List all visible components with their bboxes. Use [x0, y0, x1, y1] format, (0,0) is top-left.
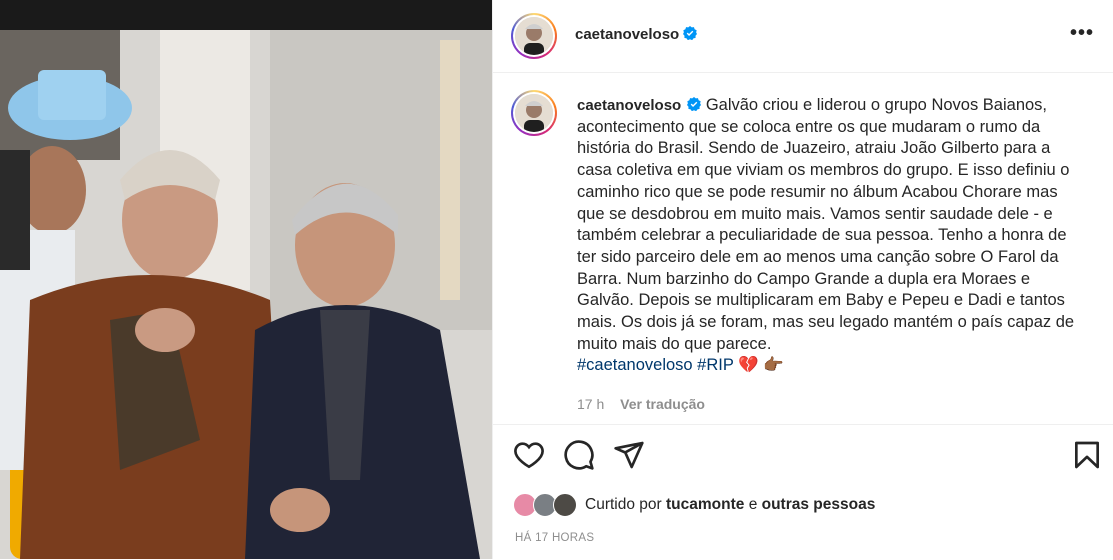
liked-by-user[interactable]: tucamonte: [666, 496, 744, 513]
comment-icon[interactable]: [563, 439, 595, 471]
caption-meta: 17 h Ver tradução: [577, 396, 705, 412]
verified-icon: [683, 26, 698, 40]
caption-emojis: 💔 👉🏾: [738, 356, 784, 375]
caption-hashtags[interactable]: #caetanoveloso #RIP: [577, 356, 734, 374]
more-options-icon[interactable]: •••: [1070, 23, 1094, 43]
post-age: 17 h: [577, 396, 605, 412]
post-photo[interactable]: [0, 0, 492, 559]
header-username[interactable]: caetanoveloso: [575, 26, 679, 43]
action-bar: Curtido por tucamonte e outras pessoas H…: [493, 424, 1113, 560]
post-header: caetanoveloso •••: [493, 0, 1113, 73]
liked-by-others[interactable]: outras pessoas: [762, 496, 876, 513]
post-photo-image: [0, 0, 492, 559]
heart-icon[interactable]: [513, 439, 545, 471]
post-details-panel: caetanoveloso ••• caetanoveloso Galvão c…: [492, 0, 1113, 559]
liked-by-connector: e: [748, 496, 758, 514]
post-caption: caetanoveloso Galvão criou e liderou o g…: [577, 95, 1087, 377]
header-avatar[interactable]: [511, 13, 557, 59]
caption-avatar[interactable]: [511, 90, 557, 136]
caption-text: Galvão criou e liderou o grupo Novos Bai…: [577, 96, 1075, 353]
liker-avatars[interactable]: [513, 493, 579, 517]
see-translation-button[interactable]: Ver tradução: [620, 396, 705, 412]
liked-by-prefix: Curtido por: [585, 496, 662, 514]
bookmark-icon[interactable]: [1071, 439, 1103, 471]
likes-summary: Curtido por tucamonte e outras pessoas: [513, 493, 875, 517]
share-icon[interactable]: [613, 439, 645, 471]
verified-icon: [687, 97, 702, 111]
caption-username[interactable]: caetanoveloso: [577, 97, 681, 114]
post-timestamp[interactable]: HÁ 17 HORAS: [515, 532, 594, 544]
